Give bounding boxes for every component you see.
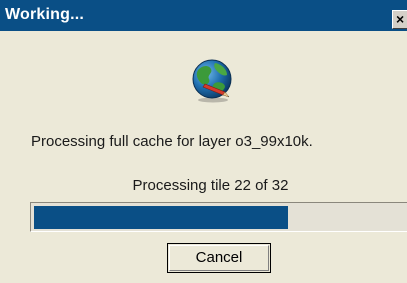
- status-message: Processing full cache for layer o3_99x10…: [31, 133, 313, 150]
- globe-with-pencil-icon: [192, 59, 232, 103]
- close-icon: ×: [396, 11, 405, 27]
- working-dialog: Working... × Processing full cache for l…: [0, 0, 407, 283]
- tile-progress-text: Processing tile 22 of 32: [132, 177, 289, 194]
- left-border: [0, 31, 9, 283]
- cancel-button[interactable]: Cancel: [167, 243, 271, 273]
- title-bar[interactable]: Working... ×: [0, 0, 407, 31]
- window-title: Working...: [5, 6, 85, 23]
- progress-bar: [30, 202, 407, 232]
- cancel-button-label: Cancel: [195, 249, 243, 266]
- close-button[interactable]: ×: [392, 10, 407, 29]
- progress-bar-fill: [34, 206, 288, 229]
